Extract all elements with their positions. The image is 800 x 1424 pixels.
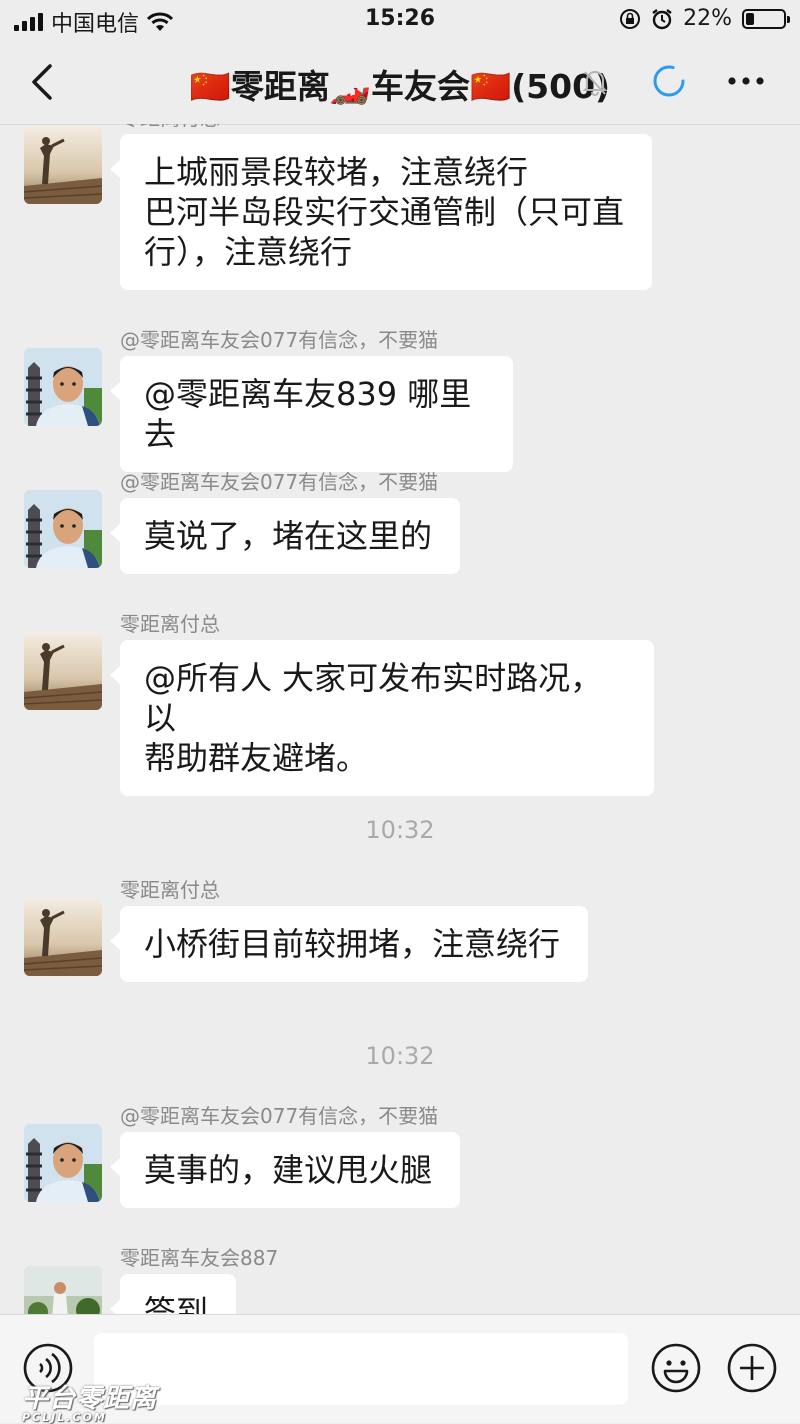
loading-spinner-icon — [653, 65, 685, 97]
avatar[interactable] — [24, 898, 102, 976]
avatar[interactable] — [24, 1266, 102, 1314]
message-line: @所有人 大家可发布实时路况，以 — [144, 659, 603, 737]
message-bubble[interactable]: @零距离车友839 哪里去 — [110, 356, 513, 472]
message-line: 小桥街目前较拥堵，注意绕行 — [144, 925, 561, 963]
sender-name: 零距离车友会887 — [120, 1246, 279, 1270]
more-dots-icon[interactable] — [726, 66, 766, 96]
sender-name: @零距离车友会077有信念，不要猫 — [120, 328, 439, 352]
message-bubble[interactable]: 签到 — [110, 1274, 236, 1314]
avatar[interactable] — [24, 1124, 102, 1202]
message-bubble[interactable]: 莫说了，堵在这里的 — [110, 498, 460, 574]
sender-name: @零距离车友会077有信念，不要猫 — [120, 1104, 439, 1128]
message-line: 帮助群友避堵。 — [144, 739, 369, 777]
message-bubble[interactable]: 莫事的，建议甩火腿 — [110, 1132, 460, 1208]
message-bubble[interactable]: 上城丽景段较堵，注意绕行 巴河半岛段实行交通管制（只可直 行），注意绕行 — [110, 134, 652, 290]
alarm-icon — [652, 8, 672, 29]
avatar[interactable] — [24, 348, 102, 426]
message-line: 巴河半岛段实行交通管制（只可直 — [144, 193, 625, 231]
message-list[interactable]: 零距离付总上城丽景段较堵，注意绕行巴河半岛段实行交通管制（只可直行），注意绕行@… — [0, 124, 800, 1314]
mute-bell-icon — [582, 71, 608, 96]
sender-name: 零距离付总 — [120, 612, 220, 636]
message-input[interactable] — [94, 1333, 628, 1405]
battery-percent: 22% — [683, 6, 732, 31]
avatar[interactable] — [24, 490, 102, 568]
message-line: 签到 — [144, 1293, 209, 1314]
emoji-icon[interactable] — [650, 1342, 702, 1394]
chat-header: 🇨🇳零距离🏎️车友会🇨🇳(500) — [0, 40, 800, 125]
sender-name: 零距离付总 — [120, 878, 220, 902]
rotation-lock-icon — [620, 8, 641, 29]
sender-name: 零距离付总 — [120, 124, 220, 131]
timestamp: 10:32 — [365, 816, 435, 844]
watermark-logo: 平台零距离 PCLJL.COM — [22, 1384, 158, 1424]
message-line: 行），注意绕行 — [144, 233, 353, 271]
timestamp: 10:32 — [365, 1042, 435, 1070]
sender-name: @零距离车友会077有信念，不要猫 — [120, 470, 439, 494]
battery-icon — [742, 8, 790, 29]
message-bubble[interactable]: 小桥街目前较拥堵，注意绕行 — [110, 906, 588, 982]
message-bubble[interactable]: @所有人 大家可发布实时路况，以 帮助群友避堵。 — [110, 640, 654, 796]
avatar[interactable] — [24, 632, 102, 710]
message-line: 上城丽景段较堵，注意绕行 — [144, 153, 529, 191]
avatar[interactable] — [24, 126, 102, 204]
plus-icon[interactable] — [726, 1342, 778, 1394]
message-line: 莫事的，建议甩火腿 — [144, 1151, 433, 1189]
status-bar: 中国电信 15:26 22% — [0, 0, 800, 40]
message-line: 莫说了，堵在这里的 — [144, 517, 433, 555]
message-line: @零距离车友839 哪里去 — [144, 375, 472, 453]
